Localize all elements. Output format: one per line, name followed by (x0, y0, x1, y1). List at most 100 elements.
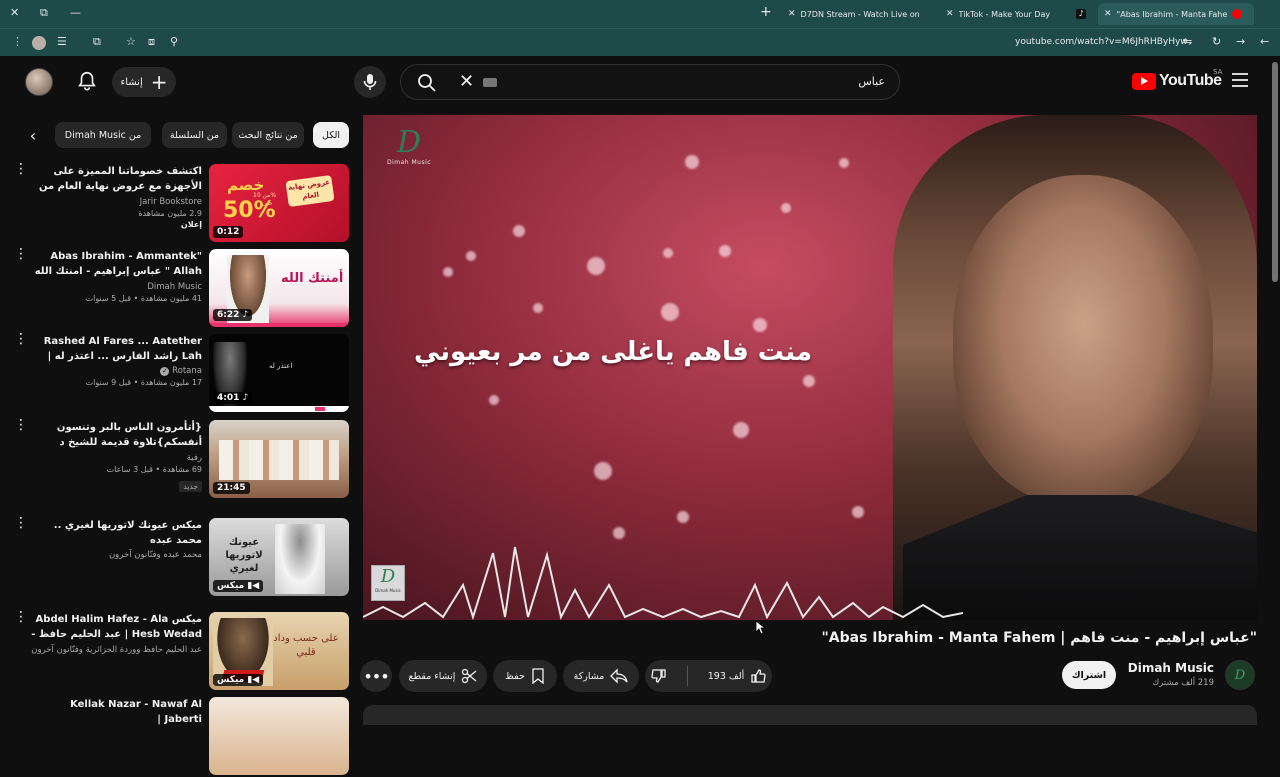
back-icon[interactable]: ← (1260, 35, 1269, 48)
dimah-music-watermark: D Dimah Music (371, 565, 405, 601)
chip-from-search[interactable]: من نتائج البحث (232, 122, 304, 148)
youtube-logo[interactable]: YouTube (1132, 72, 1222, 90)
search-input[interactable]: عباس (858, 75, 885, 88)
tab-title: "Abas Ibrahim - Manta Fahem (1116, 9, 1227, 19)
video-thumbnail[interactable]: عروض نهاية العام خصم حتى من 10% 50% 0:12 (209, 164, 349, 242)
description-box[interactable] (363, 705, 1257, 725)
site-settings-icon[interactable]: ⇋ (1183, 35, 1192, 48)
video-thumbnail[interactable]: على حسب وداد قلبي ميكس ▮◀ (209, 612, 349, 690)
clear-search-icon[interactable]: ✕ (459, 71, 474, 92)
thumbnail-title-text: على حسب وداد قلبي (273, 633, 339, 658)
region-code: SA (1213, 68, 1223, 76)
list-item[interactable]: اعتذر له 4:01 ♪ Rashed Al Fares ... Aate… (10, 332, 350, 414)
channel-name[interactable]: Rotana ✓ (30, 366, 202, 376)
minimize-window-icon[interactable]: — (70, 6, 81, 19)
list-item[interactable]: Kellak Nazar - Nawaf Al Jaberti | (10, 697, 350, 777)
browser-tab-youtube[interactable]: ✕ "Abas Ibrahim - Manta Fahem (1098, 3, 1254, 25)
video-title[interactable]: Kellak Nazar - Nawaf Al Jaberti | (30, 697, 202, 727)
browser-address-bar: ⋮ ☰ ⧉ ☆ ⧈ ⚲ youtube.com/watch?v=M6JhRHBy… (0, 28, 1280, 56)
list-item[interactable]: 21:45 {أتأمرون الناس بالبر وتنسون أنفسكم… (10, 418, 350, 500)
share-button[interactable]: مشاركة (563, 660, 639, 692)
clip-button[interactable]: إنشاء مقطع (399, 660, 487, 692)
browser-tab-kick[interactable]: ✕ D7DN Stream - Watch Live on (782, 3, 922, 25)
video-title[interactable]: {أتأمرون الناس بالبر وتنسون أنفسكم}تلاوة… (30, 420, 202, 451)
channel-name[interactable]: Dimah Music (1110, 661, 1214, 675)
create-button[interactable]: إنشاء + (112, 67, 176, 97)
close-window-icon[interactable]: ✕ (10, 6, 19, 19)
video-title[interactable]: ميكس Abdel Halim Hafez - Ala Hesb Wedad … (30, 612, 202, 643)
list-item[interactable]: عروض نهاية العام خصم حتى من 10% 50% 0:12… (10, 162, 350, 244)
list-item[interactable]: عيونك لاتوريها لغيري ميكس ▮◀ ميكس عيونك … (10, 516, 350, 598)
tab-close-icon[interactable]: ✕ (788, 9, 796, 19)
zoom-icon[interactable]: ⚲ (170, 35, 178, 48)
ad-percent-text: 50% (223, 198, 276, 223)
dislike-icon[interactable] (651, 668, 667, 684)
more-options-icon[interactable]: ⋮ (14, 516, 28, 530)
video-title[interactable]: Rashed Al Fares ... Aatether Lah راشد ال… (30, 334, 202, 364)
more-options-icon[interactable]: ⋮ (14, 247, 28, 261)
search-box[interactable]: ✕ عباس (400, 64, 900, 100)
more-options-icon[interactable]: ⋮ (14, 610, 28, 624)
more-actions-button[interactable]: ••• (360, 660, 392, 692)
video-thumbnail[interactable]: أمنتك الله 6:22 ♪ (209, 249, 349, 327)
browser-menu-icon[interactable]: ⋮ (12, 35, 23, 48)
save-button[interactable]: حفظ (493, 660, 557, 692)
chips-scroll-left-icon[interactable]: ‹ (22, 121, 44, 149)
video-thumbnail[interactable]: عيونك لاتوريها لغيري ميكس ▮◀ (209, 518, 349, 596)
channel-name[interactable]: محمد عبده وفنّانون آخرون (30, 550, 202, 560)
create-label: إنشاء (120, 76, 143, 88)
install-app-icon[interactable]: ⧈ (148, 35, 155, 49)
channel-name[interactable]: رفية (30, 453, 202, 463)
notifications-bell-icon[interactable] (76, 70, 98, 92)
channel-name[interactable]: Dimah Music (30, 282, 202, 292)
share-icon (610, 668, 628, 684)
more-options-icon[interactable]: ⋮ (14, 418, 28, 432)
chip-from-dimah-music[interactable]: Dimah Music من (55, 122, 151, 148)
list-item[interactable]: أمنتك الله 6:22 ♪ "Abas Ibrahim - Ammant… (10, 247, 350, 329)
browser-tab-tiktok[interactable]: ✕ TikTok - Make Your Day ♪ (940, 3, 1092, 25)
keyboard-icon[interactable] (483, 78, 497, 87)
tab-close-icon[interactable]: ✕ (946, 9, 954, 19)
thumbnail-title-text: عيونك لاتوريها لغيري (225, 537, 263, 574)
video-thumbnail[interactable]: اعتذر له 4:01 ♪ (209, 334, 349, 412)
like-divider (686, 666, 688, 686)
mix-badge: ميكس ▮◀ (213, 580, 264, 592)
url-text[interactable]: youtube.com/watch?v=M6JhRHByHyw (1015, 37, 1188, 47)
voice-search-button[interactable] (354, 66, 386, 98)
plus-icon: + (150, 70, 168, 94)
profile-avatar-icon[interactable] (32, 36, 46, 50)
extensions-icon[interactable]: ⧉ (93, 35, 101, 49)
duration-badge: 21:45 (213, 482, 250, 494)
video-info: {أتأمرون الناس بالبر وتنسون أنفسكم}تلاوة… (30, 420, 202, 493)
bookmark-icon (532, 668, 544, 684)
bookmark-star-icon[interactable]: ☆ (126, 35, 136, 48)
channel-avatar[interactable]: D (1225, 660, 1255, 690)
hamburger-menu-icon[interactable] (1232, 73, 1248, 87)
scrollbar-thumb[interactable] (1272, 62, 1278, 282)
more-options-icon[interactable]: ⋮ (14, 162, 28, 176)
chip-from-series[interactable]: من السلسلة (162, 122, 227, 148)
search-icon[interactable] (417, 73, 437, 93)
video-player[interactable]: D Dimah Music منت فاهم ياغلى من مر بعيون… (363, 115, 1257, 620)
video-title[interactable]: "Abas Ibrahim - Ammantek Allah " عباس إب… (30, 249, 202, 280)
tab-close-icon[interactable]: ✕ (1104, 9, 1112, 19)
reload-icon[interactable]: ↻ (1212, 35, 1221, 48)
video-thumbnail[interactable] (209, 697, 349, 775)
channel-name[interactable]: عبد الحليم حافظ ووردة الجزائرية وفنّانون… (30, 645, 202, 655)
reading-list-icon[interactable]: ☰ (57, 35, 67, 48)
like-icon[interactable] (750, 668, 766, 684)
more-options-icon[interactable]: ⋮ (14, 332, 28, 346)
subscribe-button[interactable]: اشتراك (1062, 661, 1116, 689)
maximize-window-icon[interactable]: ⧉ (40, 6, 48, 20)
video-title[interactable]: ميكس عيونك لاتوريها لغيري .. محمد عبده (30, 518, 202, 548)
chip-all[interactable]: الكل (313, 122, 349, 148)
video-thumbnail[interactable]: 21:45 (209, 420, 349, 498)
new-badge: جديد (179, 481, 202, 492)
forward-icon[interactable]: → (1236, 35, 1245, 48)
list-item[interactable]: على حسب وداد قلبي ميكس ▮◀ ميكس Abdel Hal… (10, 610, 350, 692)
channel-name[interactable]: Jarir Bookstore (30, 197, 202, 207)
like-count[interactable]: 193 ألف (708, 671, 745, 682)
video-title[interactable]: اكتشف خصوماتنا المميزة على الأجهزة مع عر… (30, 164, 202, 195)
new-tab-icon[interactable]: + (760, 4, 772, 20)
account-avatar[interactable] (25, 68, 53, 96)
